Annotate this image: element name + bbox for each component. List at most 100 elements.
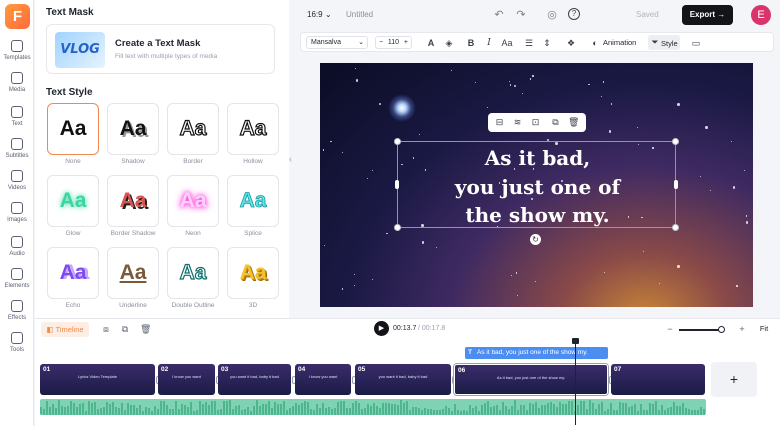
lyric-line-3[interactable]: the show my. xyxy=(398,203,677,227)
video-canvas[interactable]: ⊟ ≋ ⊡ ⧉ 🗑 As it bad, you just one of the… xyxy=(320,63,753,307)
style-button[interactable]: ⏷ Style xyxy=(648,35,680,50)
text-track-clip[interactable]: T As it bad, you just one of the show my… xyxy=(465,347,608,359)
star xyxy=(353,273,355,276)
redo-icon[interactable]: ↷ xyxy=(514,8,528,22)
align-icon[interactable]: ⊟ xyxy=(494,116,505,128)
timeline-clip[interactable]: 03 you want it bad, baby it bad xyxy=(218,364,291,395)
layers-icon[interactable]: ❖ xyxy=(565,37,577,49)
lyric-line-1[interactable]: As it bad, xyxy=(398,146,677,170)
sidebar-item-subtitles[interactable]: Subtitles xyxy=(0,138,34,168)
text-style-border[interactable]: Aa xyxy=(167,103,219,155)
resize-handle-bottom-left[interactable] xyxy=(394,224,401,231)
italic-icon[interactable]: I xyxy=(483,37,495,49)
resize-handle-bottom-right[interactable] xyxy=(672,224,679,231)
export-button[interactable]: Export → xyxy=(682,5,733,25)
zoom-in-icon[interactable]: + xyxy=(737,324,747,334)
delete-icon[interactable]: 🗑 xyxy=(140,324,151,334)
sidebar-item-videos[interactable]: Videos xyxy=(0,170,34,200)
lock-icon[interactable]: ⊡ xyxy=(530,116,541,128)
resize-handle-top-right[interactable] xyxy=(672,138,679,145)
zoom-slider-knob[interactable] xyxy=(718,326,725,333)
style-sample: Aa xyxy=(179,189,207,212)
zoom-slider[interactable] xyxy=(679,329,721,331)
aspect-ratio-select[interactable]: 16:9 ⌄ xyxy=(307,10,332,19)
spacing-icon[interactable]: ⇕ xyxy=(541,37,553,49)
text-style-glow[interactable]: Aa xyxy=(47,175,99,227)
clip-number: 02 xyxy=(161,366,169,373)
split-icon[interactable]: ⧈ xyxy=(101,324,111,334)
comment-icon[interactable]: ▭ xyxy=(690,37,702,49)
text-style-splice[interactable]: Aa xyxy=(227,175,279,227)
star xyxy=(323,149,325,151)
align-icon[interactable]: ☰ xyxy=(523,37,535,49)
fit-button[interactable]: Fit xyxy=(754,322,774,336)
text-style-none[interactable]: Aa xyxy=(47,103,99,155)
star xyxy=(487,107,489,109)
screenshot-icon[interactable]: ◎ xyxy=(545,8,559,22)
resize-handle-top-left[interactable] xyxy=(394,138,401,145)
text-style-3d[interactable]: Aa xyxy=(227,247,279,299)
timeline-clip[interactable]: 04 I know you want xyxy=(295,364,351,395)
zoom-out-icon[interactable]: − xyxy=(665,324,675,334)
text-style-neon[interactable]: Aa xyxy=(167,175,219,227)
delete-icon[interactable]: 🗑 xyxy=(568,116,579,128)
sidebar-item-media[interactable]: Media xyxy=(0,72,34,102)
sidebar-item-templates[interactable]: Templates xyxy=(0,40,34,70)
timeline-clip[interactable]: 06 As it bad, you just one of the show my… xyxy=(454,364,608,395)
font-size-stepper[interactable]: −110 + xyxy=(375,36,412,49)
text-color-icon[interactable]: A xyxy=(425,37,437,49)
timeline-clip[interactable]: 02 I know you want xyxy=(158,364,215,395)
text-case-icon[interactable]: Aa xyxy=(501,37,513,49)
playhead[interactable] xyxy=(575,341,576,425)
layers-icon[interactable]: ≋ xyxy=(512,116,523,128)
duplicate-icon[interactable]: ⧉ xyxy=(550,116,561,128)
waveform-bar xyxy=(520,404,522,415)
project-title[interactable]: Untitled xyxy=(346,10,373,19)
help-icon[interactable]: ? xyxy=(568,8,580,20)
timeline-clip[interactable]: 07 xyxy=(611,364,705,395)
star xyxy=(371,278,373,280)
timeline-clip[interactable]: 05 you want it bad, baby it bad xyxy=(355,364,451,395)
text-style-echo[interactable]: Aa xyxy=(47,247,99,299)
animation-icon[interactable]: ◐ xyxy=(589,37,601,49)
minus-icon[interactable]: − xyxy=(379,37,383,48)
font-family-select[interactable]: Mansalva ⌄ xyxy=(306,36,368,49)
text-selection-box[interactable]: As it bad, you just one of the show my. xyxy=(394,138,679,231)
duplicate-icon[interactable]: ⧉ xyxy=(120,324,130,334)
sidebar-item-audio[interactable]: Audio xyxy=(0,236,34,266)
text-style-double-outline[interactable]: Aa xyxy=(167,247,219,299)
tab-timeline[interactable]: ◧ Timeline xyxy=(41,322,89,337)
resize-handle-right[interactable] xyxy=(674,180,678,189)
waveform-bar xyxy=(349,408,351,415)
highlight-color-icon[interactable]: ◈ xyxy=(443,37,455,49)
app-logo[interactable]: F xyxy=(5,4,30,29)
bold-icon[interactable]: B xyxy=(465,37,477,49)
create-text-mask-card[interactable]: VLOG Create a Text Mask Fill text with m… xyxy=(46,24,275,74)
timeline-clip[interactable]: 01 Lyrics Video Template xyxy=(40,364,155,395)
sidebar-item-tools[interactable]: Tools xyxy=(0,332,34,362)
sidebar-item-elements[interactable]: Elements xyxy=(0,268,34,298)
waveform-bar xyxy=(475,406,477,415)
waveform-bar xyxy=(124,409,126,415)
resize-handle-left[interactable] xyxy=(395,180,399,189)
rotate-icon[interactable]: ↻ xyxy=(530,234,541,245)
sidebar-item-images[interactable]: Images xyxy=(0,202,34,232)
animation-button[interactable]: Animation xyxy=(603,38,636,47)
sidebar-item-effects[interactable]: Effects xyxy=(0,300,34,330)
text-style-hollow[interactable]: Aa xyxy=(227,103,279,155)
lyric-line-2[interactable]: you just one of xyxy=(398,175,677,199)
play-button[interactable]: ▶ xyxy=(374,321,389,336)
avatar[interactable]: E xyxy=(751,5,771,25)
undo-icon[interactable]: ↶ xyxy=(492,8,506,22)
add-clip-button[interactable]: + xyxy=(711,362,757,397)
panel-collapse-handle[interactable]: ‹ xyxy=(289,150,295,168)
waveform-bar xyxy=(43,408,45,415)
text-style-shadow[interactable]: Aa xyxy=(107,103,159,155)
text-style-border-shadow[interactable]: Aa xyxy=(107,175,159,227)
waveform-bar xyxy=(598,404,600,415)
sidebar-item-text[interactable]: Text xyxy=(0,106,34,136)
waveform-bar xyxy=(49,406,51,415)
text-style-underline[interactable]: Aa xyxy=(107,247,159,299)
plus-icon[interactable]: + xyxy=(404,37,408,48)
audio-track[interactable] xyxy=(40,399,706,415)
